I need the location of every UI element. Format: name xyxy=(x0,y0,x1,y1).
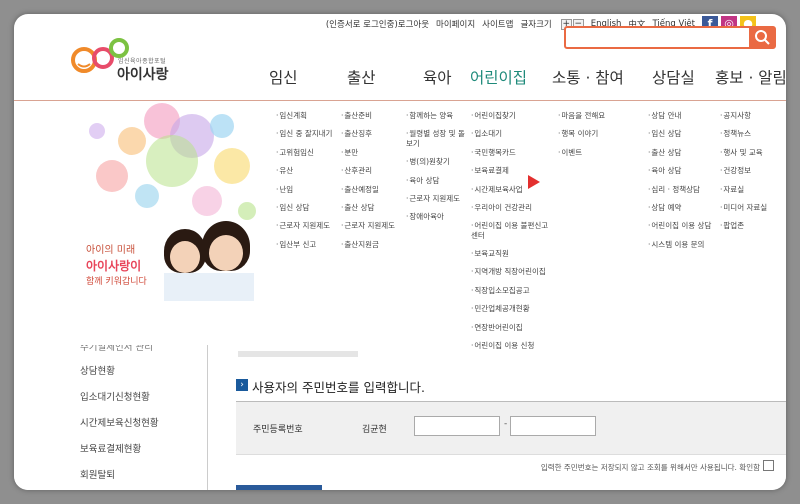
banner-line1: 아이의 미래 xyxy=(86,245,136,256)
nav-pregnancy[interactable]: 임신 xyxy=(269,66,298,88)
user-name: 김균현 xyxy=(362,425,387,435)
menu-item[interactable]: 이벤트 xyxy=(558,148,640,157)
rrn-front-input[interactable] xyxy=(414,416,500,436)
menu-item[interactable]: 공지사항 xyxy=(720,111,780,120)
sidebar-item-counsel[interactable]: 상담현황 xyxy=(80,363,115,377)
sitemap-link[interactable]: 사이트맵 xyxy=(482,18,513,30)
logo-title[interactable]: 아이사랑 xyxy=(117,64,169,84)
search-icon xyxy=(755,30,770,45)
nav-daycare[interactable]: 어린이집 xyxy=(470,66,527,88)
sidebar-item-withdraw[interactable]: 회원탈퇴 xyxy=(80,467,115,481)
menu-item[interactable]: 국민행복카드 xyxy=(471,148,553,157)
search-button[interactable] xyxy=(749,26,775,49)
menu-item[interactable]: 심리 · 정책상담 xyxy=(648,185,730,194)
menu-item[interactable]: 팝업존 xyxy=(720,221,780,230)
menu-item[interactable]: 시스템 이용 문의 xyxy=(648,240,730,249)
menu-item[interactable]: 민간업체공개현황 xyxy=(471,304,553,313)
menu-col-daycare: 어린이집찾기 입소대기 국민행복카드 보육료결제 시간제보육사업 우리아이 건강… xyxy=(471,111,553,359)
menu-item[interactable]: 시간제보육사업 xyxy=(471,185,553,194)
menu-item[interactable]: 입소대기 xyxy=(471,129,553,138)
menu-item[interactable]: 직장입소모집공고 xyxy=(471,286,553,295)
nav-birth[interactable]: 출산 xyxy=(347,66,376,88)
banner-line2: 아이사랑이 xyxy=(86,259,142,273)
mega-menu: 아이의 미래 아이사랑이 함께 키워갑니다 임신계획 임신 중 잘지내기 고위험… xyxy=(14,101,786,350)
chevron-right-icon: › xyxy=(236,379,248,391)
menu-item[interactable]: 출산지원금 xyxy=(341,240,423,249)
sidebar-item-waitlist[interactable]: 입소대기신청현황 xyxy=(80,389,150,403)
nav-promo[interactable]: 홍보 · 알림 xyxy=(715,66,786,88)
promo-banner[interactable]: 아이의 미래 아이사랑이 함께 키워갑니다 xyxy=(72,101,262,301)
menu-item[interactable]: 우리아이 건강관리 xyxy=(471,203,553,212)
menu-item[interactable]: 어린이집 이용 불편신고센터 xyxy=(471,221,553,240)
menu-item[interactable]: 자료실 xyxy=(720,185,780,194)
menu-col-community: 마음을 전해요 행복 이야기 이벤트 xyxy=(558,111,640,166)
page-content: 주기일제인처 관리 상담현황 입소대기신청현황 시간제보육신청현황 보육료결제현… xyxy=(14,342,786,490)
menu-item[interactable]: 보육료결제 xyxy=(471,166,553,175)
menu-item[interactable]: 지역개방 직장어린이집 xyxy=(471,267,553,276)
mypage-link[interactable]: 마이페이지 xyxy=(436,18,475,30)
menu-col-counsel: 상담 안내 임신 상담 출산 상담 육아 상담 심리 · 정책상담 상담 예약 … xyxy=(648,111,730,258)
menu-item[interactable]: 출산 상담 xyxy=(648,148,730,157)
rrn-label: 주민등록번호 xyxy=(253,425,303,435)
menu-item[interactable]: 어린이집 이용 상담 xyxy=(648,221,730,230)
font-size-label: 글자크기 xyxy=(520,20,552,30)
menu-item[interactable]: 연장반어린이집 xyxy=(471,323,553,332)
child-girl xyxy=(170,241,200,273)
browser-frame: (인증서로 로그인중)로그아웃 마이페이지 사이트맵 글자크기 + − Engl… xyxy=(14,14,786,490)
menu-item[interactable]: 건강정보 xyxy=(720,166,780,175)
menu-item[interactable]: 상담 예약 xyxy=(648,203,730,212)
nav-parenting[interactable]: 육아 xyxy=(423,66,452,88)
menu-item[interactable]: 행복 이야기 xyxy=(558,129,640,138)
menu-item[interactable]: 어린이집 이용 신청 xyxy=(471,341,553,350)
banner-line3: 함께 키워갑니다 xyxy=(86,277,147,287)
nav-community[interactable]: 소통 · 참여 xyxy=(552,66,624,88)
logout-link[interactable]: (인증서로 로그인중)로그아웃 xyxy=(326,18,429,30)
rrn-dash: - xyxy=(504,419,508,429)
menu-item[interactable]: 마음을 전해요 xyxy=(558,111,640,120)
submit-button[interactable] xyxy=(236,485,322,490)
menu-item[interactable]: 상담 안내 xyxy=(648,111,730,120)
child-girl-2 xyxy=(209,235,243,271)
rrn-form: 주민등록번호 김균현 - xyxy=(236,401,786,455)
menu-col-promo: 공지사항 정책뉴스 행사 및 교육 건강정보 자료실 미디어 자료실 팝업존 xyxy=(720,111,780,240)
sidebar-item-timecare[interactable]: 시간제보육신청현황 xyxy=(80,415,159,429)
menu-item[interactable]: 보육교직원 xyxy=(471,249,553,258)
menu-item[interactable]: 행사 및 교육 xyxy=(720,148,780,157)
search-input[interactable] xyxy=(564,26,776,49)
section-title: 사용자의 주민번호를 입력합니다. xyxy=(252,380,425,395)
active-menu-arrow-icon xyxy=(528,175,540,189)
menu-item[interactable]: 미디어 자료실 xyxy=(720,203,780,212)
menu-item[interactable]: 어린이집찾기 xyxy=(471,111,553,120)
breadcrumb xyxy=(238,351,358,357)
menu-item[interactable]: 육아 상담 xyxy=(648,166,730,175)
menu-item[interactable]: 임신 상담 xyxy=(648,129,730,138)
sidebar-item-payment[interactable]: 보육료결제현황 xyxy=(80,441,141,455)
confirm-checkbox[interactable] xyxy=(763,460,774,471)
rrn-back-input[interactable] xyxy=(510,416,596,436)
nav-counsel[interactable]: 상담실 xyxy=(652,66,695,88)
privacy-notice: 입력한 주민번호는 저장되지 않고 조회를 위해서만 사용됩니다. 확인함 xyxy=(540,463,760,472)
left-sidebar: 주기일제인처 관리 상담현황 입소대기신청현황 시간제보육신청현황 보육료결제현… xyxy=(66,342,208,490)
menu-item[interactable]: 월령별 성장 및 돌보기 xyxy=(406,129,468,148)
menu-item[interactable]: 정책뉴스 xyxy=(720,129,780,138)
